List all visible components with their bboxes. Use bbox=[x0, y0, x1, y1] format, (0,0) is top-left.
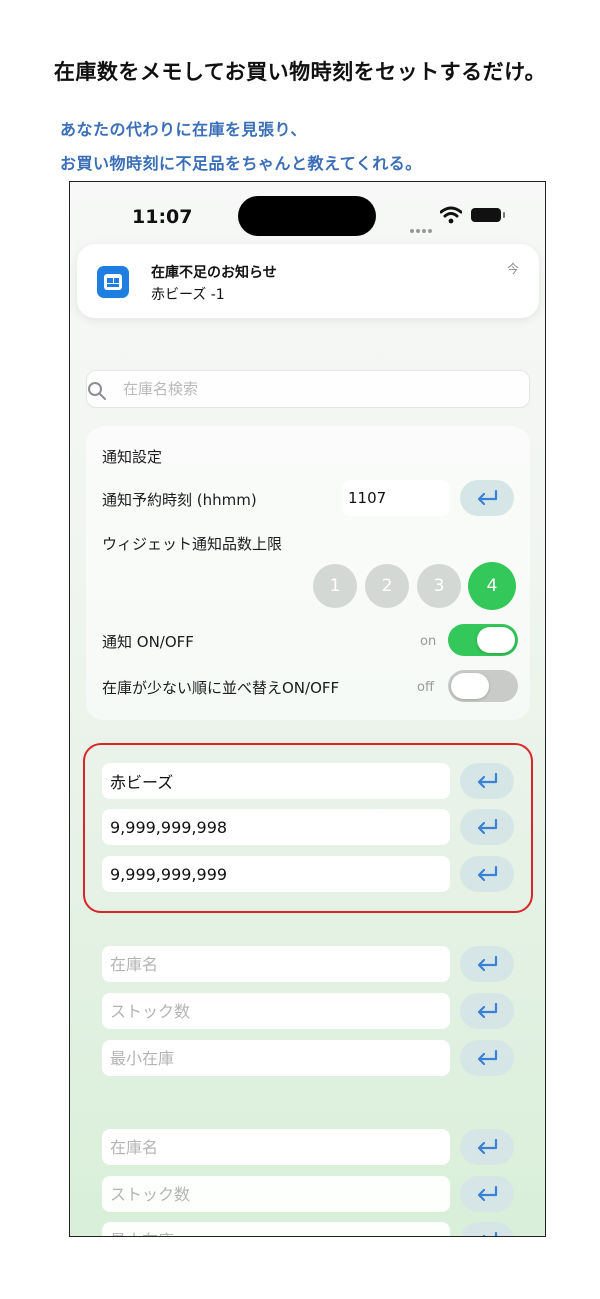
sort-toggle-state: off bbox=[417, 680, 434, 695]
item-stock-field[interactable] bbox=[102, 993, 450, 1029]
notify-toggle[interactable] bbox=[448, 624, 518, 656]
return-icon bbox=[477, 1049, 498, 1066]
notification-body: 赤ビーズ -1 bbox=[151, 287, 225, 303]
item-name-enter-button[interactable] bbox=[460, 763, 514, 799]
item-name-field[interactable] bbox=[102, 1129, 450, 1165]
item-name-field[interactable] bbox=[102, 763, 450, 799]
item-stock-enter-button[interactable] bbox=[460, 1176, 514, 1212]
search-input[interactable] bbox=[123, 371, 523, 407]
return-icon bbox=[477, 1185, 498, 1202]
return-icon bbox=[477, 1138, 498, 1155]
phone-screen: 11:07 在庫不足のお知らせ 赤ビーズ -1 今 通知設定 通知予約時刻 bbox=[69, 181, 546, 1237]
item-name-enter-button[interactable] bbox=[460, 946, 514, 982]
search-bar bbox=[86, 370, 530, 408]
item-min-stock-field[interactable] bbox=[102, 856, 450, 892]
item-min-stock-enter-button[interactable] bbox=[460, 1040, 514, 1076]
return-icon bbox=[477, 818, 498, 835]
wifi-icon bbox=[440, 206, 462, 224]
item-name-field[interactable] bbox=[102, 946, 450, 982]
return-icon bbox=[477, 1002, 498, 1019]
sort-toggle-label: 在庫が少ない順に並べ替えON/OFF bbox=[102, 679, 340, 697]
notification-time: 今 bbox=[506, 262, 519, 276]
notification-banner[interactable]: 在庫不足のお知らせ 赤ビーズ -1 今 bbox=[77, 244, 539, 318]
item-stock-enter-button[interactable] bbox=[460, 993, 514, 1029]
return-icon bbox=[477, 955, 498, 972]
promo-headline: 在庫数をメモしてお買い物時刻をセットするだけ。 bbox=[53, 60, 547, 84]
app-icon bbox=[97, 266, 129, 298]
widget-limit-option-4[interactable]: 4 bbox=[468, 562, 516, 610]
promo-subline-1: あなたの代わりに在庫を見張り、 bbox=[60, 120, 307, 139]
item-stock-enter-button[interactable] bbox=[460, 809, 514, 845]
item-min-stock-enter-button[interactable] bbox=[460, 1222, 514, 1236]
notify-time-enter-button[interactable] bbox=[460, 480, 514, 516]
promo-subline-2: お買い物時刻に不足品をちゃんと教えてくれる。 bbox=[60, 154, 422, 173]
item-stock-field[interactable] bbox=[102, 1176, 450, 1212]
widget-limit-option-1[interactable]: 1 bbox=[313, 564, 357, 608]
search-icon bbox=[88, 382, 106, 400]
return-icon bbox=[482, 1231, 498, 1236]
notify-toggle-state: on bbox=[420, 634, 437, 649]
widget-limit-option-2[interactable]: 2 bbox=[365, 564, 409, 608]
item-name-enter-button[interactable] bbox=[460, 1129, 514, 1165]
item-min-stock-enter-button[interactable] bbox=[460, 856, 514, 892]
settings-section-title: 通知設定 bbox=[102, 448, 163, 466]
notify-time-label: 通知予約時刻 (hhmm) bbox=[102, 491, 257, 509]
item-stock-field[interactable] bbox=[102, 809, 450, 845]
status-time: 11:07 bbox=[132, 206, 193, 228]
signal-dots-icon bbox=[410, 218, 434, 233]
dynamic-island bbox=[238, 196, 376, 236]
sort-toggle[interactable] bbox=[448, 670, 518, 702]
notification-title: 在庫不足のお知らせ bbox=[151, 265, 277, 281]
notification-settings-card: 通知設定 通知予約時刻 (hhmm) ウィジェット通知品数上限 1 2 3 4 … bbox=[86, 426, 530, 720]
notify-toggle-label: 通知 ON/OFF bbox=[102, 633, 194, 651]
item-min-stock-field[interactable] bbox=[102, 1222, 450, 1236]
item-min-stock-field[interactable] bbox=[102, 1040, 450, 1076]
return-icon bbox=[477, 489, 498, 506]
return-icon bbox=[477, 772, 498, 789]
widget-limit-label: ウィジェット通知品数上限 bbox=[102, 535, 283, 553]
notify-time-input[interactable] bbox=[342, 480, 450, 516]
return-icon bbox=[477, 865, 498, 882]
widget-limit-option-3[interactable]: 3 bbox=[417, 564, 461, 608]
battery-icon bbox=[471, 208, 505, 222]
